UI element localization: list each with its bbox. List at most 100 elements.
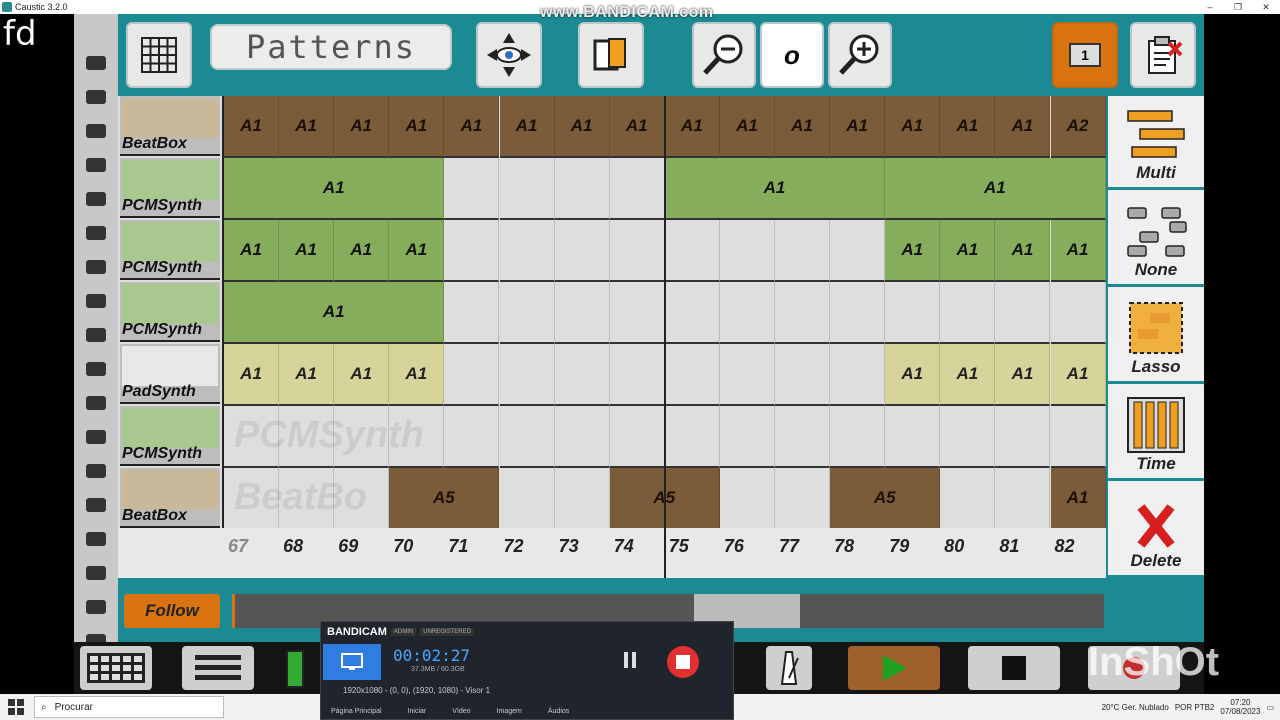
pattern-block[interactable]: A1 <box>1050 344 1106 406</box>
pattern-block[interactable]: A1 <box>885 344 941 406</box>
screen-mode-button[interactable] <box>323 644 381 680</box>
empty-cell[interactable] <box>719 468 775 530</box>
empty-cell[interactable] <box>775 468 831 530</box>
empty-cell[interactable] <box>775 220 831 282</box>
empty-cell[interactable] <box>554 344 610 406</box>
empty-cell[interactable] <box>609 220 665 282</box>
pattern-block[interactable]: A1 <box>389 96 445 158</box>
empty-cell[interactable] <box>554 468 610 530</box>
zoom-out-button[interactable] <box>692 22 756 88</box>
empty-cell[interactable] <box>664 282 720 344</box>
clock[interactable]: 07:20 07/08/2023 <box>1220 698 1260 716</box>
empty-cell[interactable] <box>885 406 941 468</box>
move-view-button[interactable] <box>476 22 542 88</box>
tab-audio[interactable]: Áudios <box>548 708 569 715</box>
empty-cell[interactable] <box>1050 282 1106 344</box>
empty-cell[interactable] <box>995 468 1051 530</box>
empty-cell[interactable] <box>444 158 500 220</box>
empty-cell[interactable] <box>499 158 555 220</box>
empty-cell[interactable] <box>609 158 665 220</box>
empty-cell[interactable] <box>664 220 720 282</box>
empty-cell[interactable] <box>444 406 500 468</box>
track-4[interactable]: PCMSynth <box>120 282 220 342</box>
pattern-block[interactable]: A1 <box>940 220 996 282</box>
empty-cell[interactable] <box>940 406 996 468</box>
copy-paste-button[interactable] <box>578 22 644 88</box>
track-6[interactable]: PCMSynth <box>120 406 220 466</box>
pattern-block[interactable]: A1 <box>940 96 996 158</box>
empty-cell[interactable] <box>664 344 720 406</box>
empty-cell[interactable] <box>940 468 996 530</box>
pause-button[interactable] <box>623 650 637 670</box>
tab-home[interactable]: Página Principal <box>331 708 382 715</box>
taskbar-search[interactable]: ⌕ Procurar <box>34 696 224 718</box>
empty-cell[interactable] <box>664 406 720 468</box>
play-button[interactable] <box>848 646 940 690</box>
pattern-block[interactable]: A1 <box>940 344 996 406</box>
empty-cell[interactable] <box>444 220 500 282</box>
pattern-block[interactable]: A1 <box>830 96 886 158</box>
empty-cell[interactable] <box>830 344 886 406</box>
empty-cell[interactable] <box>554 406 610 468</box>
pattern-block[interactable]: A1 <box>389 220 445 282</box>
empty-cell[interactable] <box>940 282 996 344</box>
pattern-block[interactable]: A1 <box>1050 220 1106 282</box>
metronome-button[interactable] <box>766 646 812 690</box>
empty-cell[interactable] <box>609 344 665 406</box>
clear-clipboard-button[interactable] <box>1130 22 1196 88</box>
pattern-block[interactable]: A2 <box>1050 96 1106 158</box>
pattern-block[interactable]: A1 <box>224 282 445 344</box>
delete-button[interactable]: Delete <box>1108 484 1204 578</box>
empty-cell[interactable] <box>444 282 500 344</box>
pattern-block[interactable]: A1 <box>334 344 390 406</box>
pattern-block[interactable]: A1 <box>885 96 941 158</box>
pattern-block[interactable]: A1 <box>444 96 500 158</box>
empty-cell[interactable] <box>719 344 775 406</box>
pattern-block[interactable]: A1 <box>664 96 720 158</box>
pattern-block[interactable]: A1 <box>224 220 280 282</box>
pattern-block[interactable]: A1 <box>499 96 555 158</box>
pattern-block[interactable]: A1 <box>719 96 775 158</box>
pattern-block[interactable]: A1 <box>279 220 335 282</box>
empty-cell[interactable] <box>609 282 665 344</box>
pattern-block[interactable]: A1 <box>995 220 1051 282</box>
empty-cell[interactable] <box>830 220 886 282</box>
pattern-block[interactable]: A1 <box>995 96 1051 158</box>
pattern-block[interactable]: A1 <box>554 96 610 158</box>
empty-cell[interactable] <box>499 282 555 344</box>
pattern-block[interactable]: A1 <box>279 96 335 158</box>
counter-button[interactable]: 1 <box>1052 22 1118 88</box>
empty-cell[interactable] <box>1050 406 1106 468</box>
empty-cell[interactable] <box>830 406 886 468</box>
follow-button[interactable]: Follow <box>124 594 220 628</box>
empty-cell[interactable] <box>775 406 831 468</box>
empty-cell[interactable] <box>554 158 610 220</box>
pattern-block[interactable]: A1 <box>334 220 390 282</box>
pattern-block[interactable]: A1 <box>334 96 390 158</box>
pattern-block[interactable]: A1 <box>609 96 665 158</box>
pattern-block[interactable]: A5 <box>830 468 941 530</box>
pattern-block[interactable]: A1 <box>995 344 1051 406</box>
none-button[interactable]: None <box>1108 193 1204 287</box>
lasso-button[interactable]: Lasso <box>1108 290 1204 384</box>
pattern-block[interactable]: A1 <box>389 344 445 406</box>
pattern-block[interactable]: A1 <box>224 344 280 406</box>
pattern-block[interactable]: A1 <box>224 96 280 158</box>
empty-cell[interactable] <box>995 406 1051 468</box>
pattern-block[interactable]: A1 <box>1050 468 1106 530</box>
grid-menu-button[interactable] <box>126 22 192 88</box>
stop-recording-button[interactable] <box>667 646 699 678</box>
track-7[interactable]: BeatBox <box>120 468 220 528</box>
bar-ruler[interactable]: 67 68 69 70 71 72 73 74 75 76 77 78 79 80 81 82 <box>118 528 1106 578</box>
tab-image[interactable]: Imagem <box>497 708 522 715</box>
zoom-in-button[interactable] <box>828 22 892 88</box>
menu-button[interactable] <box>182 646 254 690</box>
empty-cell[interactable] <box>995 282 1051 344</box>
pattern-block[interactable]: A1 <box>885 158 1106 220</box>
tab-start[interactable]: Iniciar <box>408 708 427 715</box>
empty-cell[interactable] <box>775 344 831 406</box>
empty-cell[interactable] <box>885 282 941 344</box>
maximize-button[interactable]: ❐ <box>1224 0 1252 14</box>
weather-status[interactable]: 20°C Ger. Nublado <box>1102 703 1169 712</box>
track-1[interactable]: BeatBox <box>120 96 220 156</box>
